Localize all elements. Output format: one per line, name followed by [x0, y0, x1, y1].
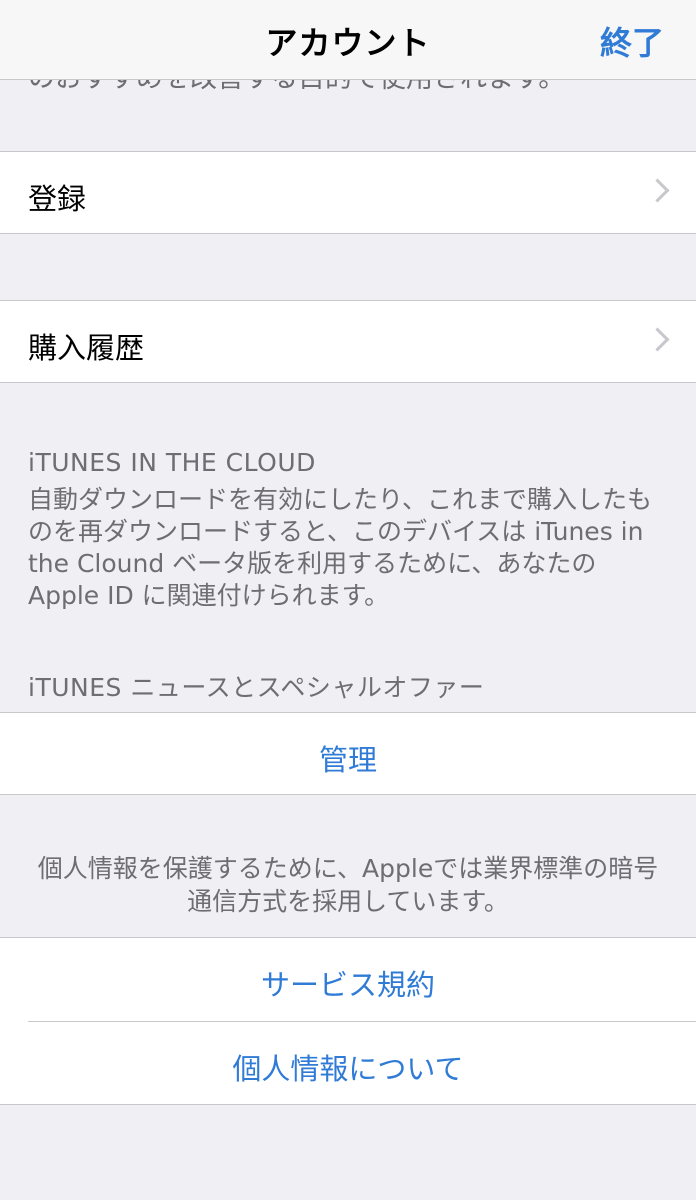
privacy-cell[interactable]: 個人情報について	[0, 1022, 696, 1105]
itunes-cloud-header: iTUNES IN THE CLOUD	[28, 448, 316, 477]
itunes-news-header: iTUNES ニュースとスペシャルオファー	[28, 673, 485, 702]
done-button[interactable]: 終了	[600, 18, 664, 64]
page-title: アカウント	[265, 24, 431, 62]
links-group: サービス規約 個人情報について	[0, 937, 696, 1105]
privacy-note: 個人情報を保護するために、Appleでは業界標準の暗号通信方式を採用しています。	[37, 854, 659, 916]
register-cell[interactable]: 登録	[0, 151, 696, 234]
register-label: 登録	[28, 182, 87, 216]
navigation-bar: アカウント 終了	[0, 0, 696, 80]
terms-cell[interactable]: サービス規約	[0, 938, 696, 1021]
privacy-link[interactable]: 個人情報について	[0, 1046, 696, 1088]
chevron-right-icon	[645, 178, 670, 203]
chevron-right-icon	[645, 327, 670, 352]
purchase-history-cell[interactable]: 購入履歴	[0, 300, 696, 383]
purchase-history-label: 購入履歴	[28, 331, 145, 365]
itunes-cloud-description: 自動ダウンロードを有効にしたり、これまで購入したものを再ダウンロードすると、この…	[28, 485, 653, 610]
terms-link[interactable]: サービス規約	[0, 962, 696, 1004]
manage-button[interactable]: 管理	[0, 737, 696, 779]
manage-cell[interactable]: 管理	[0, 712, 696, 795]
